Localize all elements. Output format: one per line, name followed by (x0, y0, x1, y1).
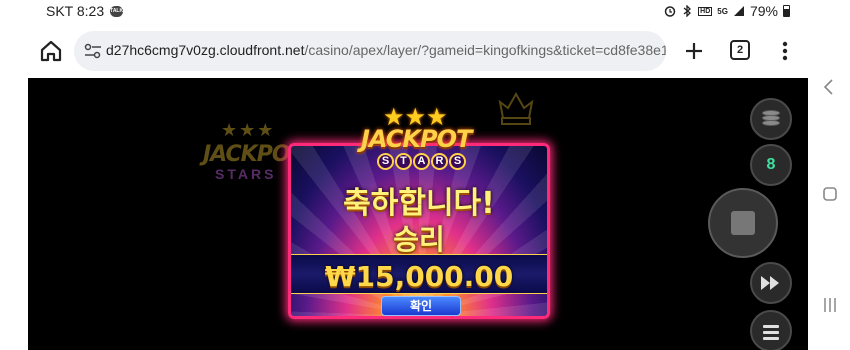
volte-icon: HD (698, 6, 713, 16)
screen: SKT 8:23 TALK HD 5G 79% d27hc6cmg7v0zg.c… (0, 0, 850, 350)
url-text: d27hc6cmg7v0zg.cloudfront.net/casino/ape… (106, 42, 666, 58)
menu-icon (763, 325, 779, 328)
logo-jackpot-word: JACKPOT (361, 125, 472, 153)
home-nav-icon[interactable] (822, 186, 838, 202)
autoplay-button[interactable] (750, 262, 792, 304)
new-tab-icon[interactable] (680, 37, 708, 65)
win-text: 승리 (393, 223, 445, 256)
lines-button[interactable]: 8 (750, 144, 792, 186)
more-options-icon[interactable] (776, 38, 794, 64)
system-navigation-bar (808, 0, 850, 350)
logo-stars-word: S T A R S (377, 153, 466, 170)
menu-icon (763, 337, 779, 340)
logo-letter: T (395, 153, 412, 170)
menu-icon (763, 331, 779, 334)
alarm-icon (664, 6, 676, 17)
logo-letter: S (377, 153, 394, 170)
bet-coins-button[interactable] (750, 98, 792, 140)
tab-switcher-button[interactable]: 2 (730, 40, 750, 60)
background-crown-icon (498, 91, 534, 125)
fast-forward-icon (761, 276, 779, 290)
coin-stack-icon (762, 110, 780, 116)
battery-icon (783, 5, 790, 17)
logo-letter: R (431, 153, 448, 170)
url-host: d27hc6cmg7v0zg.cloudfront.net (106, 42, 305, 58)
status-right: HD 5G 79% (664, 3, 790, 19)
jackpot-stars-logo: ★★★ JACKPOT S T A R S (355, 103, 485, 175)
logo-letter: A (413, 153, 430, 170)
logo-letter: S (449, 153, 466, 170)
status-left: SKT 8:23 TALK (46, 3, 124, 19)
bluetooth-icon (683, 5, 692, 17)
back-icon[interactable] (822, 78, 836, 96)
url-path: /casino/apex/layer/?gameid=kingofkings&t… (304, 42, 666, 58)
game-canvas[interactable]: ★★★ JACKPOT STARS 축하합니다! 승리 ₩15,000.00 확… (28, 78, 808, 350)
recent-apps-icon[interactable] (822, 296, 838, 314)
carrier-time: SKT 8:23 (46, 3, 105, 19)
background-stars-icon: ★★★ (221, 120, 276, 140)
stop-icon (731, 211, 755, 235)
game-menu-button[interactable] (750, 310, 792, 350)
browser-toolbar: d27hc6cmg7v0zg.cloudfront.net/casino/ape… (28, 24, 808, 78)
background-logo-stars: STARS (215, 166, 277, 182)
signal-icon (733, 6, 744, 16)
talk-notification-icon: TALK (110, 5, 124, 17)
5g-signal-icon: 5G (717, 6, 728, 16)
battery-level: 79% (749, 3, 778, 19)
home-icon[interactable] (38, 38, 64, 64)
site-settings-icon[interactable] (84, 43, 102, 59)
congratulations-text: 축하합니다! (343, 186, 495, 221)
win-amount: ₩15,000.00 (324, 260, 514, 293)
spin-stop-button[interactable] (708, 188, 778, 258)
status-bar: SKT 8:23 TALK HD 5G 79% (28, 0, 808, 24)
confirm-button[interactable]: 확인 (381, 296, 461, 316)
address-bar[interactable]: d27hc6cmg7v0zg.cloudfront.net/casino/ape… (74, 31, 666, 71)
